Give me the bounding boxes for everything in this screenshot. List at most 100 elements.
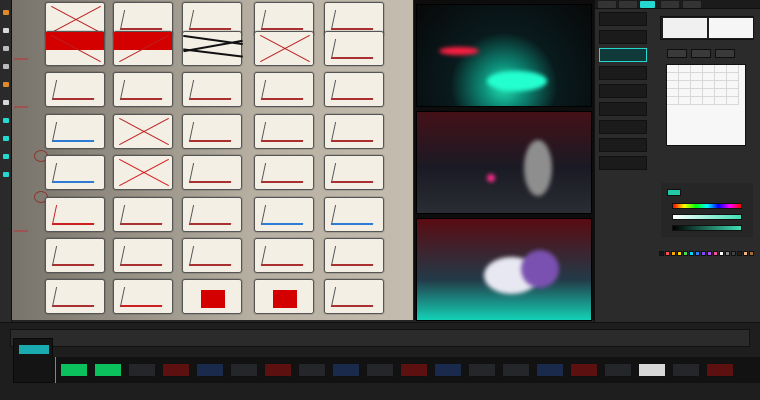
storyboard-panel[interactable] xyxy=(45,114,105,149)
storyboard-panel[interactable] xyxy=(324,72,384,107)
hue-slider[interactable] xyxy=(672,203,742,209)
text-tool-icon[interactable] xyxy=(3,100,9,105)
thumbnail[interactable] xyxy=(599,156,647,170)
timeline-clip[interactable] xyxy=(536,363,564,377)
thumbnail[interactable] xyxy=(599,12,647,26)
palette-swatch[interactable] xyxy=(749,251,754,256)
palette-swatch[interactable] xyxy=(725,251,730,256)
thumbnail[interactable] xyxy=(599,102,647,116)
timeline-clip[interactable] xyxy=(230,363,258,377)
timeline-clip[interactable] xyxy=(468,363,496,377)
storyboard-panel[interactable] xyxy=(45,31,105,66)
palette-swatch[interactable] xyxy=(677,251,682,256)
hand-tool-icon[interactable] xyxy=(3,172,9,177)
timeline-clip[interactable] xyxy=(400,363,428,377)
palette-swatch[interactable] xyxy=(659,251,664,256)
thumbnail-selected[interactable] xyxy=(599,48,647,62)
palette-swatch[interactable] xyxy=(731,251,736,256)
timeline-clip[interactable] xyxy=(332,363,360,377)
value-slider[interactable] xyxy=(672,225,742,231)
sidebar-tab-1[interactable] xyxy=(598,1,616,8)
palette-swatch[interactable] xyxy=(707,251,712,256)
storyboard-panel[interactable] xyxy=(45,197,105,232)
playhead[interactable] xyxy=(55,357,56,383)
timeline-clip[interactable] xyxy=(672,363,700,377)
storyboard-panel[interactable] xyxy=(254,72,314,107)
timeline-clip[interactable] xyxy=(638,363,666,377)
timeline-clip[interactable] xyxy=(706,363,734,377)
palette-swatch[interactable] xyxy=(737,251,742,256)
storyboard-panel[interactable] xyxy=(113,114,173,149)
storyboard-panel[interactable] xyxy=(254,238,314,273)
storyboard-panel[interactable] xyxy=(45,72,105,107)
storyboard-panel[interactable] xyxy=(254,31,314,66)
sidebar-tab-2[interactable] xyxy=(619,1,637,8)
palette-swatch[interactable] xyxy=(689,251,694,256)
thumbnail[interactable] xyxy=(599,84,647,98)
palette-swatch[interactable] xyxy=(671,251,676,256)
sidebar-tab-4[interactable] xyxy=(661,1,679,8)
brush-option-button[interactable] xyxy=(691,49,711,58)
sidebar-tab-3[interactable] xyxy=(640,1,655,8)
storyboard-panel[interactable] xyxy=(324,197,384,232)
thumbnail[interactable] xyxy=(599,30,647,44)
saturation-slider[interactable] xyxy=(672,214,742,220)
timeline-clip[interactable] xyxy=(434,363,462,377)
timeline-clip[interactable] xyxy=(298,363,326,377)
timeline-clip[interactable] xyxy=(604,363,632,377)
timeline-clip[interactable] xyxy=(196,363,224,377)
storyboard-sketch-canvas[interactable] xyxy=(12,0,413,320)
timeline-clip[interactable] xyxy=(264,363,292,377)
timeline-clip[interactable] xyxy=(502,363,530,377)
storyboard-panel[interactable] xyxy=(324,279,384,314)
sidebar-tab-5[interactable] xyxy=(683,1,701,8)
storyboard-panel[interactable] xyxy=(113,31,173,66)
storyboard-panel[interactable] xyxy=(45,238,105,273)
thumbnail[interactable] xyxy=(599,120,647,134)
storyboard-panel[interactable] xyxy=(324,238,384,273)
palette-swatch[interactable] xyxy=(683,251,688,256)
palette-swatch[interactable] xyxy=(665,251,670,256)
brush-library[interactable] xyxy=(666,64,746,146)
storyboard-panel[interactable] xyxy=(113,72,173,107)
timeline-clip[interactable] xyxy=(162,363,190,377)
shot-preview-2[interactable] xyxy=(416,111,592,214)
storyboard-panel[interactable] xyxy=(113,279,173,314)
storyboard-panel[interactable] xyxy=(182,197,242,232)
timeline-clip[interactable] xyxy=(94,363,122,377)
brush-option-button[interactable] xyxy=(715,49,735,58)
storyboard-panel[interactable] xyxy=(113,155,173,190)
storyboard-panel[interactable] xyxy=(254,197,314,232)
selection-tool-icon[interactable] xyxy=(3,64,9,69)
thumbnail[interactable] xyxy=(599,66,647,80)
storyboard-panel[interactable] xyxy=(45,279,105,314)
palette-swatch[interactable] xyxy=(695,251,700,256)
palette-swatch[interactable] xyxy=(719,251,724,256)
storyboard-panel[interactable] xyxy=(182,31,243,66)
timeline-clip[interactable] xyxy=(60,363,88,377)
storyboard-panel[interactable] xyxy=(254,155,314,190)
shape-tool-icon[interactable] xyxy=(3,118,9,123)
brush-option-button[interactable] xyxy=(667,49,687,58)
storyboard-panel[interactable] xyxy=(113,197,173,232)
timeline-clip[interactable] xyxy=(128,363,156,377)
storyboard-panel[interactable] xyxy=(182,114,242,149)
thumbnail[interactable] xyxy=(599,138,647,152)
timeline-clip[interactable] xyxy=(570,363,598,377)
storyboard-panel[interactable] xyxy=(182,238,242,273)
palette-swatch[interactable] xyxy=(701,251,706,256)
shot-preview-3[interactable] xyxy=(416,218,592,321)
fill-tool-icon[interactable] xyxy=(3,82,9,87)
storyboard-panel[interactable] xyxy=(113,238,173,273)
brush-tool-icon[interactable] xyxy=(3,10,9,15)
storyboard-panel[interactable] xyxy=(324,31,384,66)
storyboard-panel[interactable] xyxy=(182,279,242,314)
storyboard-panel[interactable] xyxy=(324,114,384,149)
palette-swatch[interactable] xyxy=(743,251,748,256)
storyboard-panel[interactable] xyxy=(182,72,242,107)
shot-preview-1[interactable] xyxy=(416,4,592,107)
storyboard-panel[interactable] xyxy=(182,155,242,190)
storyboard-panel[interactable] xyxy=(254,114,314,149)
transform-tool-icon[interactable] xyxy=(3,136,9,141)
zoom-tool-icon[interactable] xyxy=(3,154,9,159)
